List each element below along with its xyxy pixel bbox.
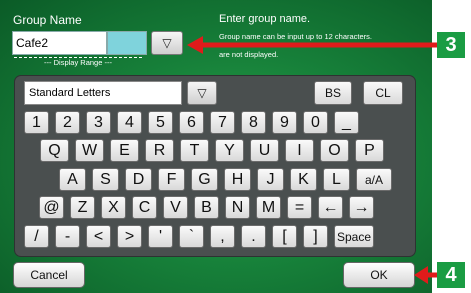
key-space[interactable]: Space xyxy=(334,225,374,248)
group-name-title: Group Name xyxy=(13,13,82,27)
key-k[interactable]: K xyxy=(290,168,317,191)
help-text-line3: are not displayed. xyxy=(219,50,279,59)
key-4[interactable]: 4 xyxy=(117,111,142,134)
key-at[interactable]: @ xyxy=(39,196,64,219)
key-o[interactable]: O xyxy=(320,139,349,162)
key-less-than[interactable]: < xyxy=(86,225,111,248)
key-3[interactable]: 3 xyxy=(86,111,111,134)
key-period[interactable]: . xyxy=(241,225,266,248)
key-s[interactable]: S xyxy=(92,168,119,191)
key-0[interactable]: 0 xyxy=(303,111,328,134)
character-set-dropdown-button[interactable]: ▽ xyxy=(187,81,217,105)
key-2[interactable]: 2 xyxy=(55,111,80,134)
key-f[interactable]: F xyxy=(158,168,185,191)
key-9[interactable]: 9 xyxy=(272,111,297,134)
callout-marker-4: 4 xyxy=(437,262,465,288)
key-hyphen[interactable]: - xyxy=(55,225,80,248)
key-slash[interactable]: / xyxy=(24,225,49,248)
key-i[interactable]: I xyxy=(285,139,314,162)
key-j[interactable]: J xyxy=(257,168,284,191)
key-7[interactable]: 7 xyxy=(210,111,235,134)
key-5[interactable]: 5 xyxy=(148,111,173,134)
key-8[interactable]: 8 xyxy=(241,111,266,134)
group-name-input-overflow xyxy=(107,31,147,55)
key-x[interactable]: X xyxy=(101,196,126,219)
character-set-field[interactable]: Standard Letters xyxy=(24,81,182,105)
cancel-button[interactable]: Cancel xyxy=(13,262,85,288)
key-e[interactable]: E xyxy=(110,139,139,162)
key-u[interactable]: U xyxy=(250,139,279,162)
display-range-label: --- Display Range --- xyxy=(44,58,112,67)
key-p[interactable]: P xyxy=(355,139,384,162)
triangle-down-icon: ▽ xyxy=(197,86,207,100)
key-backtick[interactable]: ` xyxy=(179,225,204,248)
key-apostrophe[interactable]: ' xyxy=(148,225,173,248)
key-y[interactable]: Y xyxy=(215,139,244,162)
key-left-bracket[interactable]: [ xyxy=(272,225,297,248)
key-q[interactable]: Q xyxy=(40,139,69,162)
on-screen-keyboard: Standard Letters ▽ BS CL 1 2 3 4 5 6 7 8 9 0 _ Q W E R… xyxy=(14,75,416,257)
key-w[interactable]: W xyxy=(75,139,104,162)
key-l[interactable]: L xyxy=(323,168,350,191)
group-name-screen: Group Name Cafe2 ▽ --- Display Range ---… xyxy=(0,0,432,293)
key-h[interactable]: H xyxy=(224,168,251,191)
key-d[interactable]: D xyxy=(125,168,152,191)
clear-key[interactable]: CL xyxy=(363,81,403,105)
ok-button[interactable]: OK xyxy=(343,262,415,288)
key-a[interactable]: A xyxy=(59,168,86,191)
help-text-line2: Group name can be input up to 12 charact… xyxy=(219,32,373,41)
key-left-arrow[interactable]: ← xyxy=(318,196,343,219)
key-equals[interactable]: = xyxy=(287,196,312,219)
key-c[interactable]: C xyxy=(132,196,157,219)
key-case-toggle[interactable]: a/A xyxy=(356,168,392,191)
key-underscore[interactable]: _ xyxy=(334,111,359,134)
key-n[interactable]: N xyxy=(225,196,250,219)
key-g[interactable]: G xyxy=(191,168,218,191)
callout-marker-3: 3 xyxy=(437,32,465,58)
triangle-down-icon: ▽ xyxy=(162,36,172,50)
backspace-key[interactable]: BS xyxy=(314,81,352,105)
key-comma[interactable]: , xyxy=(210,225,235,248)
key-t[interactable]: T xyxy=(180,139,209,162)
key-right-bracket[interactable]: ] xyxy=(303,225,328,248)
group-name-input[interactable]: Cafe2 xyxy=(12,31,107,55)
key-z[interactable]: Z xyxy=(70,196,95,219)
key-right-arrow[interactable]: → xyxy=(349,196,374,219)
help-text-line1: Enter group name. xyxy=(219,13,311,25)
key-m[interactable]: M xyxy=(256,196,281,219)
key-b[interactable]: B xyxy=(194,196,219,219)
key-greater-than[interactable]: > xyxy=(117,225,142,248)
key-r[interactable]: R xyxy=(145,139,174,162)
name-history-dropdown-button[interactable]: ▽ xyxy=(151,31,183,55)
key-1[interactable]: 1 xyxy=(24,111,49,134)
key-v[interactable]: V xyxy=(163,196,188,219)
key-6[interactable]: 6 xyxy=(179,111,204,134)
